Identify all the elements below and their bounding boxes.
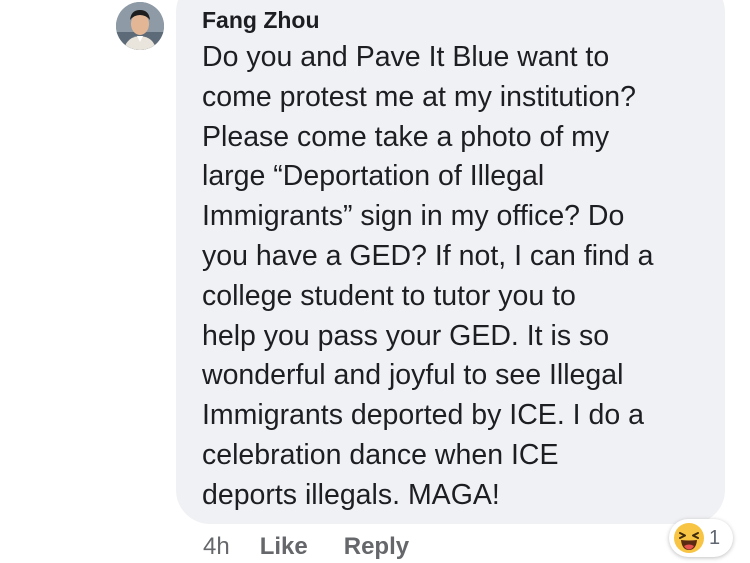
comment-bubble: Fang Zhou Do you and Pave It Blue want t…	[176, 0, 725, 524]
comment-author[interactable]: Fang Zhou	[202, 6, 705, 34]
comment-text: Do you and Pave It Blue want to come pro…	[202, 41, 654, 511]
like-button[interactable]: Like	[260, 533, 308, 561]
comment-thread: Fang Zhou Do you and Pave It Blue want t…	[0, 0, 750, 563]
comment-timestamp[interactable]: 4h	[203, 533, 230, 561]
avatar[interactable]	[116, 2, 164, 50]
reaction-summary[interactable]: 1	[669, 519, 733, 557]
reply-button[interactable]: Reply	[344, 533, 409, 561]
profile-photo-icon	[116, 2, 164, 50]
comment-actions: 4h Like Reply	[203, 533, 409, 561]
reaction-count: 1	[709, 526, 721, 549]
haha-emoji-icon	[674, 523, 704, 553]
